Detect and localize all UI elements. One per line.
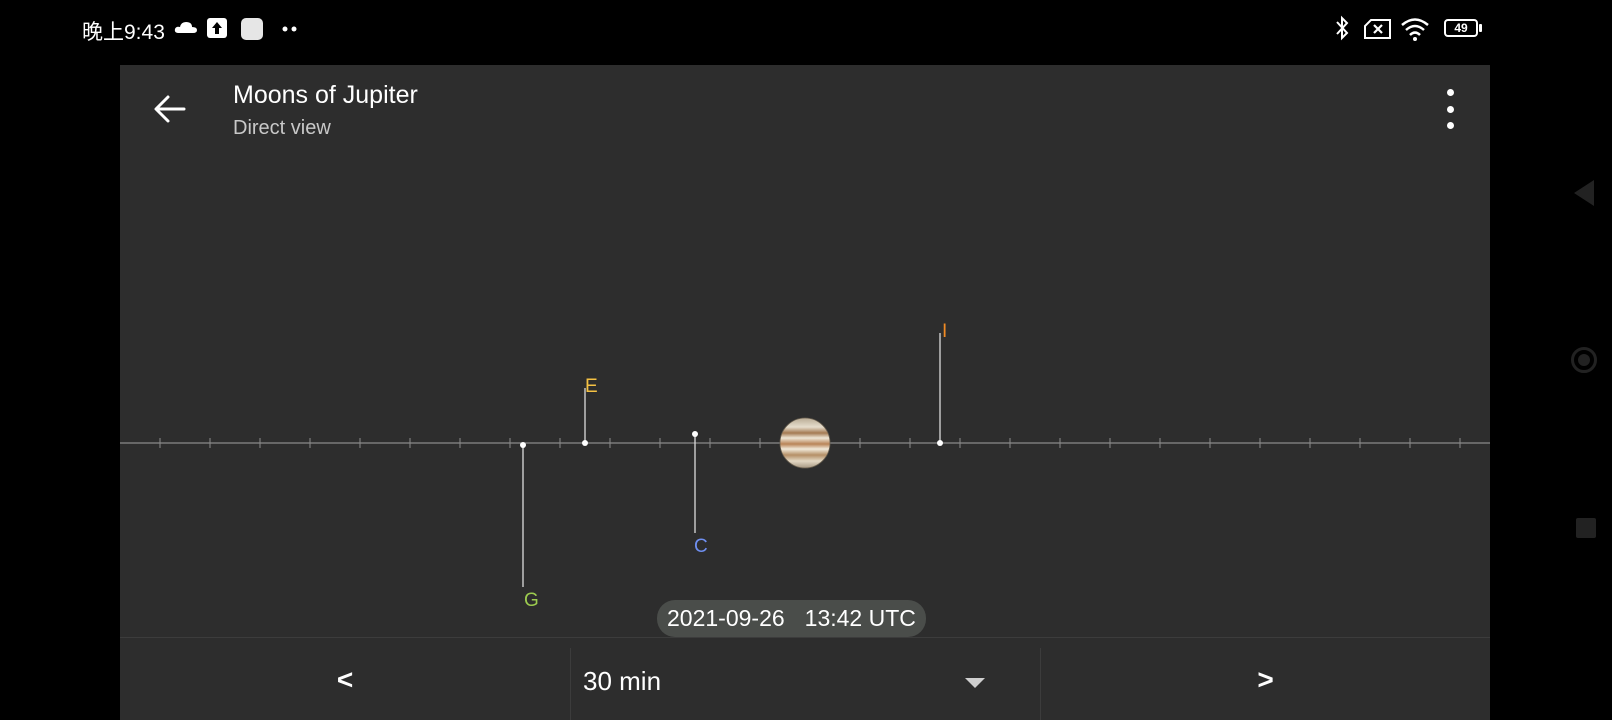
more-dots-icon xyxy=(282,26,297,32)
moon-label-c: C xyxy=(694,536,708,557)
wifi-icon xyxy=(1401,18,1429,41)
moon-label-g: G xyxy=(524,590,539,611)
orbit-plane: I E C G xyxy=(120,321,1490,611)
prev-step-button[interactable]: < xyxy=(120,638,570,720)
status-time: 晚上9:43 xyxy=(82,21,165,44)
step-size-value: 30 min xyxy=(583,666,662,696)
bluetooth-icon xyxy=(1336,15,1349,41)
moon-e: E xyxy=(582,376,598,446)
more-vert-icon[interactable] xyxy=(1440,89,1460,129)
moon-i: I xyxy=(937,321,947,446)
moon-label-i: I xyxy=(942,321,947,342)
cloud-icon xyxy=(174,22,197,33)
jupiter-planet xyxy=(779,417,831,469)
moons-plot: I E C G xyxy=(120,155,1490,665)
nav-recents-icon[interactable] xyxy=(1576,518,1596,538)
battery-level: 49 xyxy=(1444,19,1478,37)
page-subtitle: Direct view xyxy=(233,117,331,139)
status-bar: 晚上9:43 49 xyxy=(0,0,1612,60)
next-step-button[interactable]: > xyxy=(1041,638,1490,720)
step-size-dropdown[interactable]: 30 min xyxy=(571,638,1030,720)
nav-back-icon[interactable] xyxy=(1574,180,1594,206)
dropdown-arrow-icon xyxy=(965,678,985,688)
nav-home-icon[interactable] xyxy=(1571,347,1597,373)
app-window: Moons of Jupiter Direct view I E C G 202… xyxy=(120,65,1490,720)
battery-icon: 49 xyxy=(1444,19,1484,39)
moon-g: G xyxy=(520,442,539,611)
timestamp-pill[interactable]: 2021-09-26 13:42 UTC xyxy=(657,600,926,637)
upload-icon xyxy=(207,18,227,38)
timestamp-date: 2021-09-26 xyxy=(667,605,785,631)
back-button[interactable] xyxy=(148,87,192,131)
time-controls: < 30 min > xyxy=(120,637,1490,720)
moon-c: C xyxy=(692,431,708,557)
app-icon xyxy=(241,18,263,40)
timestamp-time: 13:42 UTC xyxy=(804,605,916,631)
page-title: Moons of Jupiter xyxy=(233,81,418,109)
arrow-left-icon xyxy=(154,95,186,123)
toolbar: Moons of Jupiter Direct view xyxy=(120,65,1490,155)
moon-label-e: E xyxy=(585,376,598,397)
no-sim-icon xyxy=(1364,19,1391,39)
